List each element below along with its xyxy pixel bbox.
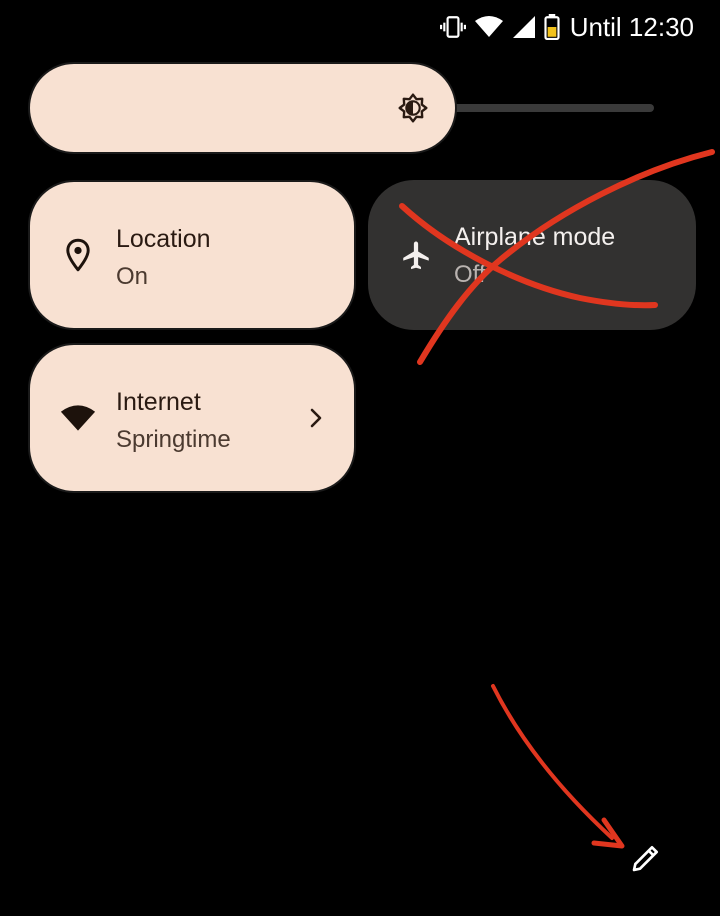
tile-internet-network: Springtime (116, 426, 231, 453)
battery-saver-icon (544, 14, 560, 40)
brightness-track[interactable] (428, 104, 654, 112)
edit-button[interactable] (624, 838, 668, 882)
location-pin-icon (60, 237, 96, 273)
quick-settings-panel: Until 12:30 Location On Airplane mode Of… (0, 0, 720, 916)
arrow-stroke (491, 684, 614, 840)
tile-airplane-mode[interactable]: Airplane mode Off (368, 180, 696, 330)
chevron-right-icon[interactable] (306, 406, 326, 430)
wifi-icon (60, 400, 96, 436)
cell-signal-icon (512, 15, 536, 39)
tile-internet-title: Internet (116, 388, 201, 416)
tile-internet[interactable]: Internet Springtime (28, 343, 356, 493)
tile-location[interactable]: Location On (28, 180, 356, 330)
pencil-icon (630, 842, 662, 879)
tile-location-title: Location (116, 225, 211, 253)
vibrate-icon (439, 14, 466, 40)
airplane-icon (398, 237, 434, 273)
status-bar: Until 12:30 (439, 10, 694, 44)
tile-airplane-status: Off (454, 261, 486, 288)
status-text: Until 12:30 (569, 11, 694, 42)
tile-location-status: On (116, 263, 149, 290)
tile-airplane-title: Airplane mode (454, 223, 616, 251)
brightness-fill[interactable] (28, 62, 457, 154)
arrow-head (591, 817, 625, 849)
wifi-icon (474, 14, 504, 40)
brightness-slider[interactable] (28, 62, 668, 154)
brightness-icon (397, 92, 429, 124)
